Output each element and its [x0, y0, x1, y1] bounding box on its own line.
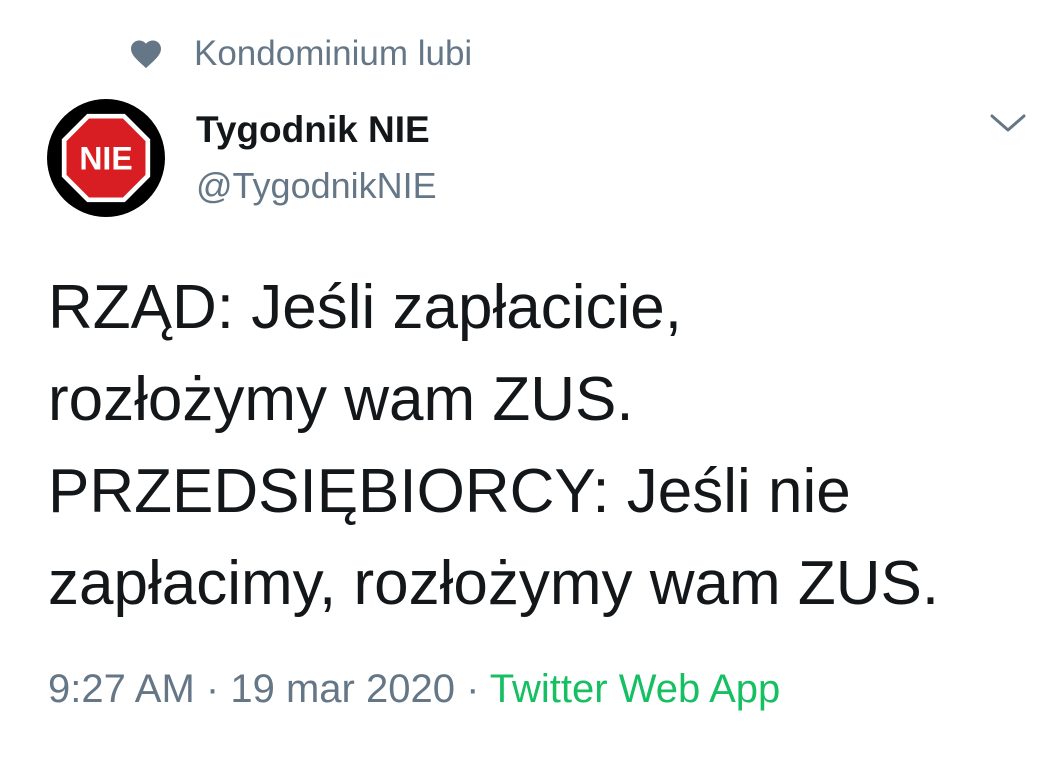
chevron-down-icon[interactable]: [986, 108, 1030, 138]
tweet-time[interactable]: 9:27 AM: [48, 667, 195, 711]
meta-separator: ·: [205, 667, 220, 711]
heart-icon: [131, 40, 161, 69]
social-context: Kondominium lubi: [128, 34, 472, 74]
stop-sign-logo: NIE: [61, 113, 151, 203]
avatar-label: NIE: [79, 140, 132, 176]
author-handle[interactable]: @TygodnikNIE: [196, 164, 437, 208]
avatar[interactable]: NIE: [47, 99, 165, 217]
tweet-date[interactable]: 19 mar 2020: [230, 667, 455, 711]
author-info: Tygodnik NIE @TygodnikNIE: [196, 108, 437, 208]
tweet-text: RZĄD: Jeśli zapłacicie, rozłożymy wam ZU…: [48, 273, 940, 618]
tweet-source-link[interactable]: Twitter Web App: [490, 667, 781, 711]
author-display-name[interactable]: Tygodnik NIE: [196, 108, 437, 152]
tweet-meta: 9:27 AM · 19 mar 2020 · Twitter Web App: [48, 664, 780, 714]
meta-separator: ·: [466, 667, 480, 711]
social-context-text[interactable]: Kondominium lubi: [194, 34, 472, 74]
tweet-card: Kondominium lubi NIE Tygodnik NIE @Tygod…: [0, 0, 1061, 760]
